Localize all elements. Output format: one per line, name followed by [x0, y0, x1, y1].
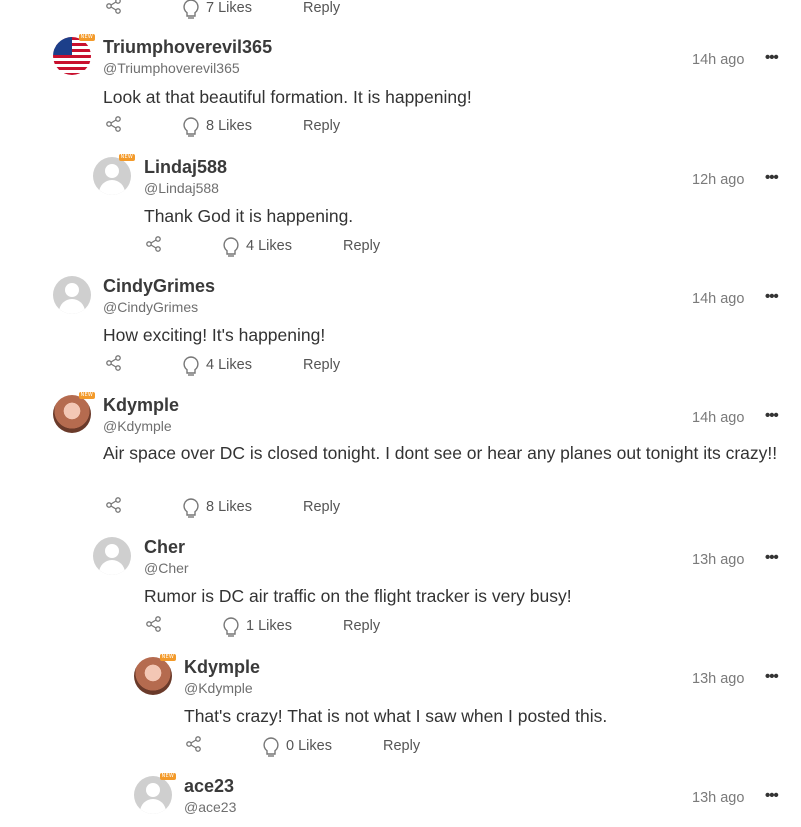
comment-author-handle[interactable]: @Triumphoverevil365	[103, 60, 240, 76]
share-icon[interactable]	[106, 355, 122, 371]
comment-author-handle[interactable]: @Kdymple	[103, 418, 172, 434]
comment: NEW Kdymple @Kdymple 14h ago ••• Air spa…	[0, 392, 801, 527]
share-icon[interactable]	[186, 736, 202, 752]
reply-button[interactable]: Reply	[383, 738, 420, 754]
comment-actions: 0 Likes Reply	[186, 736, 446, 758]
profile-photo-avatar-image	[134, 657, 172, 695]
likes-count[interactable]: 0 Likes	[286, 738, 332, 754]
comment-author-name[interactable]: Kdymple	[184, 657, 260, 678]
likes-count[interactable]: 4 Likes	[246, 238, 292, 254]
share-icon[interactable]	[146, 236, 162, 252]
profile-photo-avatar-image	[53, 395, 91, 433]
comment-body: Air space over DC is closed tonight. I d…	[103, 443, 778, 463]
lightbulb-icon[interactable]	[222, 616, 240, 638]
more-options-icon[interactable]: •••	[765, 668, 779, 685]
comment-body: Look at that beautiful formation. It is …	[103, 87, 472, 107]
avatar[interactable]: NEW	[53, 34, 95, 75]
comment-body: That's crazy! That is not what I saw whe…	[184, 706, 608, 726]
default-avatar-image	[134, 776, 172, 814]
comment-author-handle[interactable]: @Cher	[144, 560, 189, 576]
comment: CindyGrimes @CindyGrimes 14h ago ••• How…	[0, 273, 801, 383]
likes-count[interactable]: 8 Likes	[206, 499, 252, 515]
lightbulb-icon[interactable]	[182, 0, 200, 20]
comment-actions: 1 Likes Reply	[146, 616, 406, 638]
comment: NEW ace23 @ace23 13h ago •••	[0, 773, 801, 827]
avatar[interactable]	[53, 276, 91, 314]
comment-author-handle[interactable]: @CindyGrimes	[103, 299, 198, 315]
new-badge: NEW	[118, 154, 135, 161]
lightbulb-icon[interactable]	[182, 116, 200, 138]
comment: NEW Triumphoverevil365 @Triumphoverevil3…	[0, 34, 801, 144]
comment-author-name[interactable]: CindyGrimes	[103, 276, 215, 297]
comment-author-handle[interactable]: @Kdymple	[184, 680, 253, 696]
new-badge: NEW	[159, 654, 176, 661]
new-badge: NEW	[78, 34, 95, 41]
more-options-icon[interactable]: •••	[765, 787, 779, 804]
default-avatar-image	[53, 276, 91, 314]
comment-body: Rumor is DC air traffic on the flight tr…	[144, 586, 572, 606]
reply-button[interactable]: Reply	[303, 118, 340, 134]
more-options-icon[interactable]: •••	[765, 549, 779, 566]
comment-actions: 4 Likes Reply	[106, 355, 366, 377]
avatar[interactable]: NEW	[93, 154, 135, 195]
share-icon[interactable]	[106, 497, 122, 513]
reply-button[interactable]: Reply	[343, 618, 380, 634]
comment-author-handle[interactable]: @Lindaj588	[144, 180, 219, 196]
more-options-icon[interactable]: •••	[765, 288, 779, 305]
comment-timestamp: 14h ago	[692, 52, 745, 68]
us-flag-avatar-image	[53, 37, 91, 75]
comment-author-handle[interactable]: @ace23	[184, 799, 236, 815]
comment-actions: 4 Likes Reply	[146, 236, 406, 258]
likes-count[interactable]: 7 Likes	[206, 0, 252, 16]
comment-timestamp: 13h ago	[692, 552, 745, 568]
new-badge: NEW	[159, 773, 176, 780]
comment-author-name[interactable]: Triumphoverevil365	[103, 37, 272, 58]
lightbulb-icon[interactable]	[182, 355, 200, 377]
comment-timestamp: 12h ago	[692, 172, 745, 188]
comment: Cher @Cher 13h ago ••• Rumor is DC air t…	[0, 534, 801, 644]
lightbulb-icon[interactable]	[222, 236, 240, 258]
new-badge: NEW	[78, 392, 95, 399]
reply-button[interactable]: Reply	[343, 238, 380, 254]
comment-author-name[interactable]: ace23	[184, 776, 234, 797]
comment-author-name[interactable]: Cher	[144, 537, 185, 558]
comment-timestamp: 13h ago	[692, 671, 745, 687]
share-icon[interactable]	[106, 116, 122, 132]
comment-body: How exciting! It's happening!	[103, 325, 326, 345]
comment-actions: 8 Likes Reply	[106, 497, 366, 519]
reply-button[interactable]: Reply	[303, 499, 340, 515]
reply-button[interactable]: Reply	[303, 357, 340, 373]
avatar[interactable]	[93, 537, 131, 575]
more-options-icon[interactable]: •••	[765, 49, 779, 66]
comment-timestamp: 13h ago	[692, 790, 745, 806]
lightbulb-icon[interactable]	[262, 736, 280, 758]
likes-count[interactable]: 4 Likes	[206, 357, 252, 373]
lightbulb-icon[interactable]	[182, 497, 200, 519]
comment-actions: 8 Likes Reply	[106, 116, 366, 138]
comment: NEW Lindaj588 @Lindaj588 12h ago ••• Tha…	[0, 154, 801, 264]
more-options-icon[interactable]: •••	[765, 407, 779, 424]
comment-author-name[interactable]: Lindaj588	[144, 157, 227, 178]
comment-timestamp: 14h ago	[692, 410, 745, 426]
likes-count[interactable]: 8 Likes	[206, 118, 252, 134]
comment: NEW Kdymple @Kdymple 13h ago ••• That's …	[0, 654, 801, 764]
top-partial-actions: 7 Likes Reply	[106, 0, 366, 20]
default-avatar-image	[93, 157, 131, 195]
share-icon[interactable]	[106, 0, 122, 14]
comment-author-name[interactable]: Kdymple	[103, 395, 179, 416]
avatar[interactable]: NEW	[53, 392, 95, 433]
default-avatar-image	[93, 537, 131, 575]
more-options-icon[interactable]: •••	[765, 169, 779, 186]
avatar[interactable]: NEW	[134, 654, 176, 695]
reply-button[interactable]: Reply	[303, 0, 340, 16]
comment-body: Thank God it is happening.	[144, 206, 354, 226]
avatar[interactable]: NEW	[134, 773, 176, 814]
likes-count[interactable]: 1 Likes	[246, 618, 292, 634]
share-icon[interactable]	[146, 616, 162, 632]
comment-timestamp: 14h ago	[692, 291, 745, 307]
